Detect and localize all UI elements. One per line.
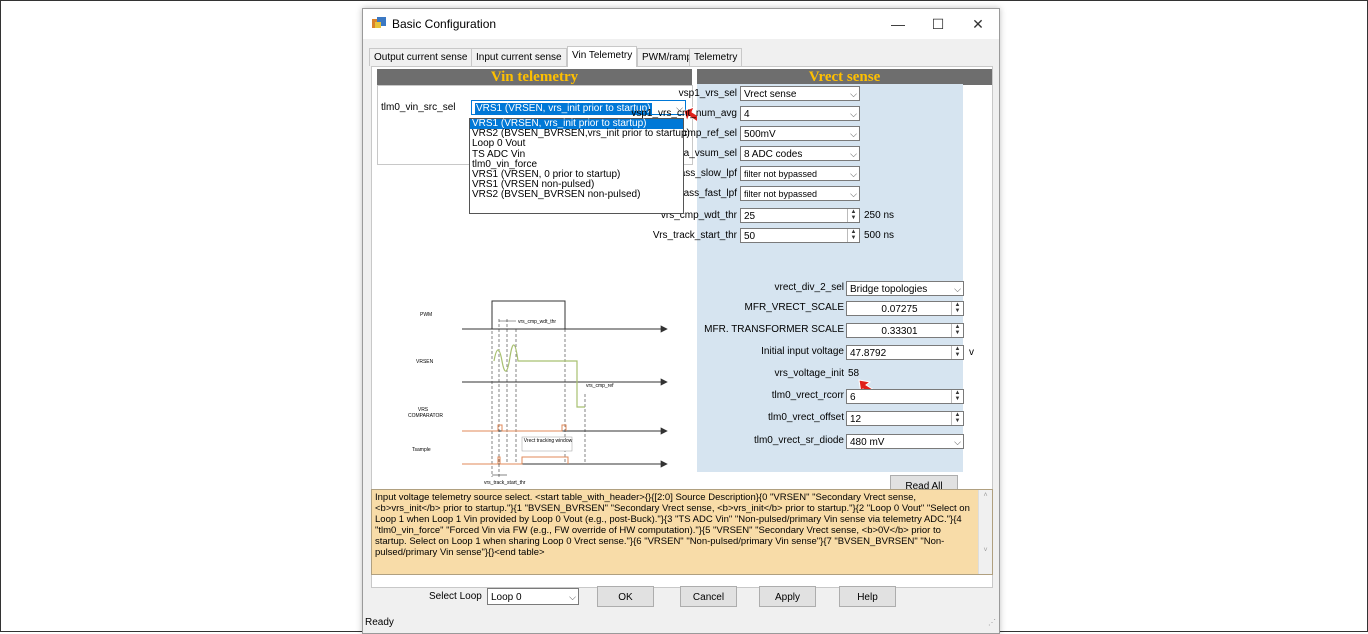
- vrs-bypass-fast-lpf-combo[interactable]: filter not bypassed ⌵: [740, 186, 860, 201]
- spinner-arrows-icon[interactable]: ▲ ▼: [951, 412, 963, 425]
- vrs-voltage-init-label: vrs_voltage_init: [774, 368, 844, 379]
- diagram-cmp-wdt-label: vrs_cmp_wdt_thr: [518, 319, 557, 325]
- tlm0-vrect-offset-value: 12: [850, 414, 862, 425]
- diagram-vrect-tracking-label: Vrect tracking window: [523, 438, 573, 444]
- mfr-vrect-scale-value: 0.07275: [881, 304, 918, 315]
- spinner-arrows-icon[interactable]: ▲ ▼: [951, 324, 963, 337]
- chevron-down-icon[interactable]: ⌵: [850, 147, 857, 160]
- apply-button[interactable]: Apply: [759, 586, 816, 607]
- spinner-arrows-icon[interactable]: ▲ ▼: [951, 346, 963, 359]
- description-scrollbar[interactable]: ˄ ˅: [978, 490, 992, 574]
- vrs-track-start-thr-spinner[interactable]: 50 ▲ ▼: [740, 228, 860, 243]
- chevron-down-icon[interactable]: ⌵: [850, 187, 857, 200]
- chevron-down-icon[interactable]: ⌵: [850, 127, 857, 140]
- select-loop-value: Loop 0: [491, 592, 522, 603]
- vrs-track-start-thr-unit: 500 ns: [864, 230, 895, 241]
- diagram-pwm-label: PWM: [420, 312, 433, 318]
- tlm0-vrect-sr-diode-value: 480 mV: [850, 437, 885, 448]
- resize-grip-icon[interactable]: ⋰: [988, 613, 996, 633]
- initial-input-voltage-label: Initial input voltage: [761, 346, 844, 357]
- title-bar: Basic Configuration — ☐ ✕: [363, 9, 999, 39]
- vrs-cmp-wdt-thr-value: 25: [744, 211, 756, 222]
- tlm0-vrect-offset-spinner[interactable]: 12 ▲ ▼: [846, 411, 964, 426]
- tlm0-vrect-offset-label: tlm0_vrect_offset: [768, 412, 844, 423]
- tlm0-vin-src-sel-label: tlm0_vin_src_sel: [381, 102, 456, 113]
- chevron-down-icon[interactable]: ⌵: [850, 87, 857, 100]
- tab-output-current-sense[interactable]: Output current sense: [369, 48, 473, 66]
- vrs-delta-vsum-sel-value: 8 ADC codes: [744, 149, 803, 160]
- chevron-down-icon[interactable]: ⌵: [954, 435, 961, 448]
- select-loop-combo[interactable]: Loop 0 ⌵: [487, 588, 579, 605]
- basic-configuration-window: Basic Configuration — ☐ ✕ Output current…: [362, 8, 1000, 634]
- tlm0-vrect-rcorr-label: tlm0_vrect_rcorr: [771, 390, 844, 401]
- help-button[interactable]: Help: [839, 586, 896, 607]
- chevron-down-icon[interactable]: ⌵: [569, 589, 576, 604]
- ok-button[interactable]: OK: [597, 586, 654, 607]
- tlm0-vrect-rcorr-spinner[interactable]: 6 ▲ ▼: [846, 389, 964, 404]
- vrect-div-2-sel-value: Bridge topologies: [850, 284, 928, 295]
- dropdown-option[interactable]: VRS2 (BVSEN_BVRSEN non-pulsed): [470, 190, 683, 200]
- vrect-div-2-sel-label: vrect_div_2_sel: [774, 282, 844, 293]
- vrs-cmp-wdt-thr-spinner[interactable]: 25 ▲ ▼: [740, 208, 860, 223]
- tlm0-vrect-sr-diode-label: tlm0_vrect_sr_diode: [753, 435, 844, 446]
- mfr-transformer-scale-spinner[interactable]: 0.33301 ▲ ▼: [846, 323, 964, 338]
- chevron-down-icon[interactable]: ⌵: [850, 167, 857, 180]
- app-icon: [372, 17, 386, 28]
- mfr-transformer-scale-value: 0.33301: [881, 326, 918, 337]
- vrs-cmp-ref-sel-value: 500mV: [744, 129, 776, 140]
- spinner-arrows-icon[interactable]: ▲ ▼: [847, 229, 859, 242]
- description-text: Input voltage telemetry source select. <…: [375, 492, 973, 558]
- tab-vin-telemetry[interactable]: Vin Telemetry: [567, 46, 638, 67]
- vsp1-vrs-sel-value: Vrect sense: [744, 89, 797, 100]
- diagram-track-start-label: vrs_track_start_thr: [484, 480, 526, 486]
- tab-telemetry[interactable]: Telemetry: [689, 48, 743, 66]
- diagram-vrs-comparator-label: VRS COMPARATOR: [408, 407, 444, 419]
- tlm0-vin-src-sel-dropdown: VRS1 (VRSEN, vrs_init prior to startup) …: [469, 118, 690, 214]
- mfr-vrect-scale-label: MFR_VRECT_SCALE: [744, 302, 844, 313]
- vsp1-vrs-cnt-num-avg-value: 4: [744, 109, 750, 120]
- status-bar: Ready ⋰: [363, 613, 999, 633]
- status-text: Ready: [365, 617, 394, 628]
- diagram-vrsen-label: VRSEN: [416, 359, 434, 365]
- vrs-track-start-thr-value: 50: [744, 231, 756, 242]
- spinner-arrows-icon[interactable]: ▲ ▼: [951, 390, 963, 403]
- vsp1-vrs-sel-combo[interactable]: Vrect sense ⌵: [740, 86, 860, 101]
- cancel-button[interactable]: Cancel: [680, 586, 737, 607]
- tlm0-vrect-rcorr-value: 6: [850, 392, 856, 403]
- maximize-button[interactable]: ☐: [921, 11, 955, 37]
- vsp1-vrs-sel-label: vsp1_vrs_sel: [678, 88, 737, 99]
- chevron-down-icon[interactable]: ⌵: [850, 107, 857, 120]
- vrs-bypass-fast-lpf-value: filter not bypassed: [744, 189, 818, 199]
- mfr-vrect-scale-spinner[interactable]: 0.07275 ▲ ▼: [846, 301, 964, 316]
- spinner-arrows-icon[interactable]: ▲ ▼: [951, 302, 963, 315]
- select-loop-label: Select Loop: [429, 591, 482, 602]
- diagram-cmp-ref-label: vrs_cmp_ref: [586, 383, 614, 389]
- timing-diagram: [462, 300, 668, 477]
- vrect-sense-header: Vrect sense: [697, 69, 992, 85]
- tab-input-current-sense[interactable]: Input current sense: [471, 48, 567, 66]
- vrs-cmp-ref-sel-combo[interactable]: 500mV ⌵: [740, 126, 860, 141]
- diagram-tsample-label: Tsample: [412, 447, 431, 453]
- window-title: Basic Configuration: [392, 17, 497, 31]
- description-box: Input voltage telemetry source select. <…: [371, 489, 993, 575]
- minimize-button[interactable]: —: [881, 11, 915, 37]
- mfr-transformer-scale-label: MFR. TRANSFORMER SCALE: [704, 324, 844, 335]
- chevron-down-icon[interactable]: ⌵: [954, 282, 961, 295]
- close-button[interactable]: ✕: [961, 11, 995, 37]
- vrs-bypass-slow-lpf-combo[interactable]: filter not bypassed ⌵: [740, 166, 860, 181]
- vsp1-vrs-cnt-num-avg-combo[interactable]: 4 ⌵: [740, 106, 860, 121]
- tab-pwm-ramp[interactable]: PWM/ramp: [637, 48, 697, 66]
- spinner-arrows-icon[interactable]: ▲ ▼: [847, 209, 859, 222]
- vrs-delta-vsum-sel-combo[interactable]: 8 ADC codes ⌵: [740, 146, 860, 161]
- vrs-cmp-wdt-thr-unit: 250 ns: [864, 210, 895, 221]
- initial-input-voltage-unit: v: [969, 347, 974, 358]
- tlm0-vrect-sr-diode-combo[interactable]: 480 mV ⌵: [846, 434, 964, 449]
- initial-input-voltage-spinner[interactable]: 47.8792 ▲ ▼: [846, 345, 964, 360]
- vrect-div-2-sel-combo[interactable]: Bridge topologies ⌵: [846, 281, 964, 296]
- vrs-track-start-thr-label: Vrs_track_start_thr: [652, 230, 737, 241]
- tlm0-vin-src-sel-value: VRS1 (VRSEN, vrs_init prior to startup): [475, 103, 652, 114]
- vin-telemetry-header: Vin telemetry: [377, 69, 692, 85]
- vrs-bypass-slow-lpf-value: filter not bypassed: [744, 169, 818, 179]
- initial-input-voltage-value: 47.8792: [850, 348, 887, 359]
